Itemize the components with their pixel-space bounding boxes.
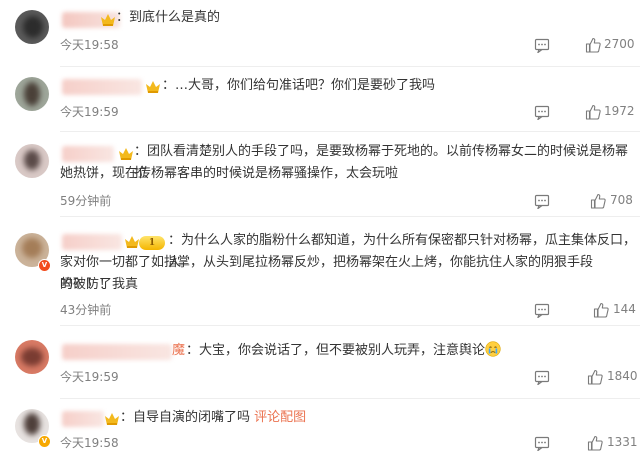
comment-text-line: ：大宝，你会说话了，但不要被别人玩弄，注意舆论 — [186, 343, 486, 358]
comment-item: V ：自导自演的闭嘴了吗 评论配图 今天19:58 1331 — [0, 399, 640, 457]
username-redacted[interactable] — [62, 344, 172, 360]
comment-text: ：到底什么是真的 — [116, 10, 221, 25]
like-count: 1972 — [604, 104, 635, 118]
comment-image-link[interactable]: 评论配图 — [254, 410, 306, 425]
username-redacted[interactable] — [62, 79, 142, 95]
comment-icon[interactable] — [534, 302, 550, 318]
username-redacted[interactable] — [62, 234, 122, 250]
comment-text: 她热饼，现在传杨幂客串的时候说是杨幂骚操作，太会玩啦 — [60, 163, 630, 185]
thumb-up-icon[interactable] — [593, 302, 609, 318]
like-count: 1840 — [607, 369, 638, 383]
crown-badge-icon — [119, 148, 133, 160]
like-count: 144 — [613, 302, 636, 316]
comment-text: ：自导自演的闭嘴了吗 评论配图 — [120, 407, 306, 429]
thumb-up-icon[interactable] — [585, 104, 601, 120]
thumb-up-icon[interactable] — [587, 369, 603, 385]
comment-icon[interactable] — [534, 37, 550, 53]
comment-text-line: 她热饼，现在传杨幂客串的时候说是杨幂骚操作，太会玩啦 — [60, 166, 399, 181]
avatar[interactable] — [15, 340, 49, 374]
thumb-up-icon[interactable] — [587, 435, 603, 451]
avatar[interactable] — [15, 77, 49, 111]
crown-badge-icon — [101, 14, 115, 26]
username-redacted[interactable] — [62, 146, 114, 162]
avatar[interactable] — [15, 10, 49, 44]
like-count: 1331 — [607, 435, 638, 449]
comment-text-line: ：自导自演的闭嘴了吗 — [120, 410, 251, 425]
like-count: 2700 — [604, 37, 635, 51]
comment-time: 今天19:58 — [60, 436, 119, 450]
comment-time: 43分钟前 — [60, 303, 112, 317]
comment-time: 59分钟前 — [60, 194, 112, 208]
comment-text-line: 的破防了 — [60, 277, 113, 292]
thumb-up-icon[interactable] — [590, 193, 606, 209]
like-count: 708 — [610, 193, 633, 207]
level-badge: 1 — [139, 236, 165, 250]
avatar[interactable] — [15, 144, 49, 178]
name-suffix: 魔 — [172, 343, 186, 358]
comment-item: 魔 ：大宝，你会说话了，但不要被别人玩弄，注意舆论 今天19:59 1840 — [0, 326, 640, 398]
comment-item: ：…大哥，你们给句准话吧？你们是要砂了我吗 今天19:59 1972 — [0, 67, 640, 131]
comment-time: 今天19:59 — [60, 105, 119, 119]
thumb-up-icon[interactable] — [585, 37, 601, 53]
comment-item: ：团队看清楚别人的手段了吗，是要致杨幂于死地的。以前传杨幂女二的时候说是杨幂拉 … — [0, 132, 640, 216]
comment-icon[interactable] — [534, 369, 550, 385]
verified-badge: V — [38, 259, 51, 272]
comment-icon[interactable] — [534, 193, 550, 209]
username-redacted[interactable] — [62, 411, 104, 427]
crown-badge-icon — [146, 81, 160, 93]
crying-emoji-icon — [485, 341, 501, 357]
comment-item: ：到底什么是真的 今天19:58 2700 — [0, 0, 640, 66]
comment-text: ：大宝，你会说话了，但不要被别人玩弄，注意舆论 — [186, 340, 501, 362]
comment-item: V 1 ：为什么人家的脂粉什么都知道，为什么所有保密都只针对杨幂，瓜主集体反口，… — [0, 217, 640, 325]
comment-icon[interactable] — [534, 435, 550, 451]
comment-text: 的破防了 — [60, 274, 630, 296]
comment-time: 今天19:59 — [60, 370, 119, 384]
comment-icon[interactable] — [534, 104, 550, 120]
crown-badge-icon — [125, 236, 139, 248]
comment-text: ：…大哥，你们给句准话吧？你们是要砂了我吗 — [162, 78, 436, 93]
comment-time: 今天19:58 — [60, 38, 119, 52]
crown-badge-icon — [105, 413, 119, 425]
verified-badge: V — [38, 435, 51, 448]
